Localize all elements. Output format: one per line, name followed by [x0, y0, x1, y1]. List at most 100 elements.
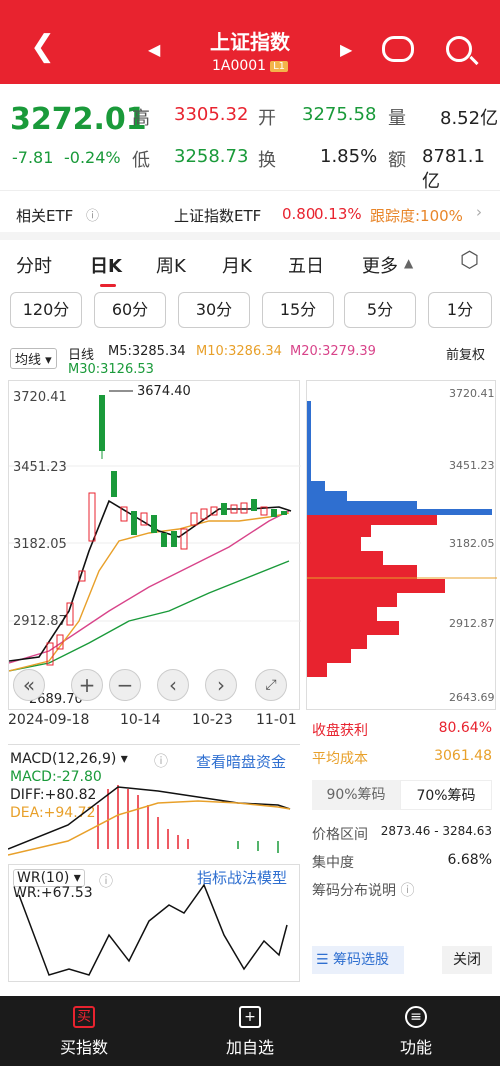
chip-bar	[307, 537, 361, 551]
plus-box-icon: +	[239, 1006, 261, 1028]
tab-weekly-k[interactable]: 周K	[156, 252, 186, 278]
tab-90-chips[interactable]: 90%筹码	[312, 780, 400, 810]
candle	[131, 511, 137, 535]
chip-bar	[307, 663, 327, 677]
divider	[0, 232, 500, 240]
chip-tick: 3182.05	[449, 537, 495, 550]
profit-value: 80.64%	[438, 720, 492, 736]
help-icon[interactable]: ⓘ	[86, 205, 99, 224]
chip-bar	[307, 649, 351, 663]
wr-svg	[18, 883, 288, 976]
tab-intraday[interactable]: 分时	[16, 252, 52, 278]
explain-label[interactable]: 筹码分布说明	[312, 883, 396, 899]
chevron-left-icon[interactable]: ‹	[157, 669, 189, 701]
kline-svg: 3720.41 3451.23 3182.05 2912.87 3674.40 …	[8, 384, 301, 707]
ma-select-label: 均线	[15, 353, 42, 368]
minute-buttons: 120分 60分 30分 15分 5分 1分	[0, 292, 500, 332]
price-change-pct: -0.24%	[64, 148, 121, 167]
next-stock-icon[interactable]: ▶	[340, 40, 352, 59]
current-price: 3272.01	[10, 102, 147, 137]
dea-line	[8, 800, 291, 856]
diff-line	[8, 786, 291, 850]
etf-price: 0.80	[282, 205, 316, 223]
macd-panel: MACD(12,26,9) ▾ ⓘ 查看暗盘资金 MACD:-27.80 DIF…	[8, 744, 300, 860]
zoom-in-icon[interactable]: +	[71, 669, 103, 701]
quote-panel: 3272.01 -7.81 -0.24% 高 3305.32 低 3258.73…	[0, 96, 500, 192]
min-5-button[interactable]: 5分	[344, 292, 416, 328]
assistant-robot-icon[interactable]	[382, 36, 414, 62]
chip-bar	[307, 579, 445, 593]
etf-label: 相关ETF	[16, 207, 74, 225]
ma-select[interactable]: 均线 ▾	[10, 348, 57, 369]
function-label: 功能	[399, 1038, 432, 1057]
candle	[281, 511, 287, 515]
tab-more[interactable]: 更多	[362, 252, 398, 278]
wr-line	[18, 883, 288, 976]
candle	[99, 395, 105, 451]
chip-bar	[307, 635, 367, 649]
candle	[88, 492, 96, 542]
min-60-button[interactable]: 60分	[94, 292, 166, 328]
period-label: 日线	[68, 348, 95, 363]
zoom-out-icon[interactable]: −	[109, 669, 141, 701]
chevron-right-icon[interactable]: ›	[205, 669, 237, 701]
price-change: -7.81	[12, 148, 54, 167]
add-watchlist-button[interactable]: + 加自选	[200, 1006, 300, 1058]
kline-chart[interactable]: 3720.41 3451.23 3182.05 2912.87 3674.40 …	[8, 380, 301, 710]
macd-svg	[8, 785, 291, 856]
close-button[interactable]: 关闭	[442, 946, 492, 974]
turnover-value: 1.85%	[320, 146, 378, 167]
help-icon[interactable]: ⓘ	[400, 883, 414, 899]
chip-bar	[307, 481, 325, 491]
ma10-label: M10:3286.34	[196, 344, 282, 359]
code-text: 1A0001	[211, 58, 267, 74]
adjust-label[interactable]: 前复权	[446, 344, 485, 363]
chip-bar	[307, 621, 399, 635]
conc-label: 集中度	[312, 855, 354, 871]
chevron-right-icon: ›	[476, 203, 482, 221]
avg-value: 3061.48	[434, 748, 492, 764]
chip-bar	[307, 509, 492, 515]
chip-bars-blue	[307, 401, 492, 515]
zoom-out-left-icon[interactable]: «	[13, 669, 45, 701]
top-bar: ❮ ◀ 上证指数 1A0001 L1 ▶	[0, 0, 500, 84]
volume-value: 8.52亿	[440, 108, 499, 129]
candle	[161, 533, 167, 547]
min-1-button[interactable]: 1分	[428, 292, 492, 328]
chip-bar	[307, 501, 417, 509]
tab-daily-k[interactable]: 日K	[90, 252, 122, 287]
candle	[251, 499, 257, 511]
bottom-bar: 买买指数 + 加自选 ≡ 功能	[0, 996, 500, 1066]
open-value: 3275.58	[302, 104, 377, 125]
chip-bar	[307, 491, 347, 501]
open-label: 开	[258, 108, 276, 129]
conc-value: 6.68%	[447, 852, 492, 868]
ma20-label: M20:3279.39	[290, 344, 376, 359]
chip-svg: 3720.41 3451.23 3182.05 2912.87 2643.69	[307, 387, 497, 704]
related-etf-row[interactable]: 相关ETF ⓘ 上证指数ETF 0.80 0.13% 跟踪度:100% ›	[0, 190, 500, 234]
profit-label: 收盘获利	[312, 723, 368, 739]
min-15-button[interactable]: 15分	[262, 292, 334, 328]
buy-index-button[interactable]: 买买指数	[34, 1006, 134, 1058]
amount-value: 8781.1亿	[422, 146, 485, 192]
high-value: 3305.32	[174, 104, 249, 125]
turnover-label: 换	[258, 150, 276, 171]
search-icon[interactable]	[446, 36, 472, 62]
chip-tick: 3720.41	[449, 387, 495, 400]
volume-label: 量	[388, 108, 406, 129]
tab-monthly-k[interactable]: 月K	[222, 252, 252, 278]
min-120-button[interactable]: 120分	[10, 292, 82, 328]
chip-select-button[interactable]: ☰ 筹码选股	[312, 946, 404, 974]
settings-hexagon-icon[interactable]: ⬡	[460, 248, 479, 273]
fullscreen-icon[interactable]: ⤢	[255, 669, 287, 701]
function-button[interactable]: ≡ 功能	[366, 1006, 466, 1058]
tab-70-chips[interactable]: 70%筹码	[400, 780, 492, 810]
chip-bar	[307, 515, 437, 525]
tab-five-day[interactable]: 五日	[288, 252, 324, 278]
chip-bar	[307, 525, 371, 537]
min-30-button[interactable]: 30分	[178, 292, 250, 328]
ma30-label: M30:3126.53	[68, 362, 154, 377]
menu-circle-icon: ≡	[405, 1006, 427, 1028]
chip-select-label: 筹码选股	[333, 952, 390, 968]
ma5-label: M5:3285.34	[108, 344, 186, 359]
